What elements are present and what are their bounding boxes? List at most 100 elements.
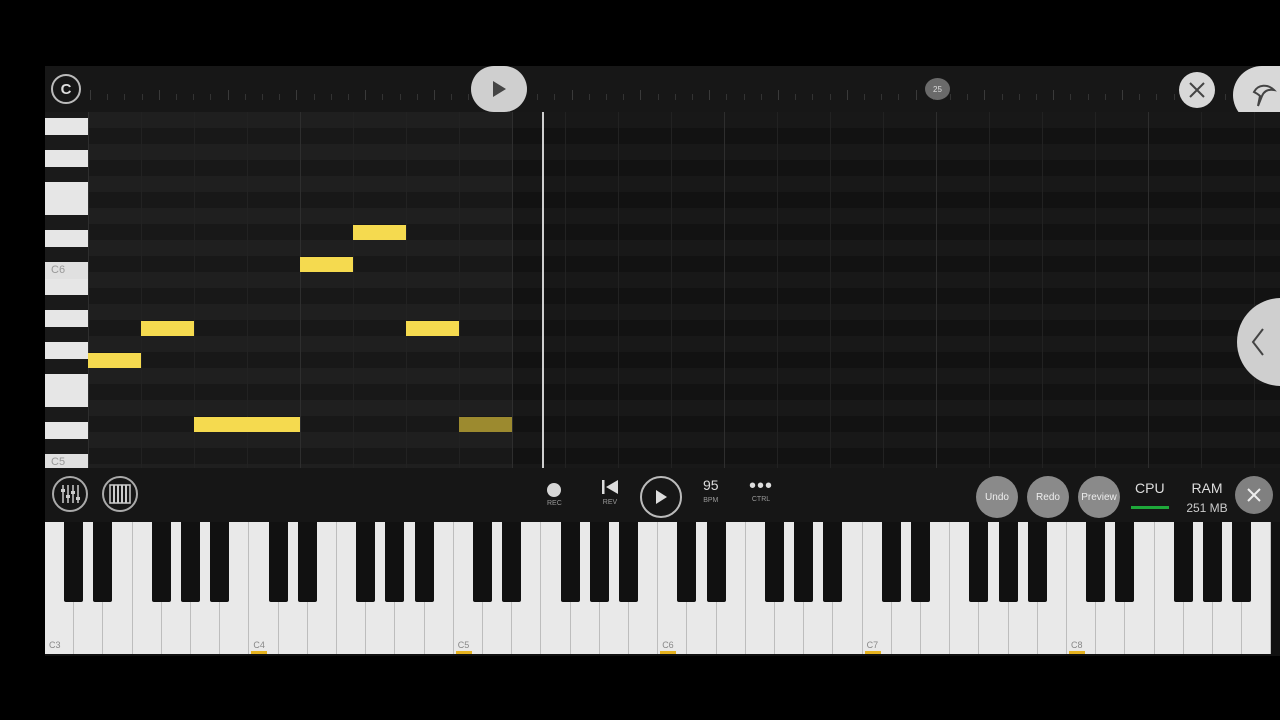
grid-line [724, 112, 725, 468]
octave-label: C4 [253, 640, 265, 650]
note-block[interactable] [459, 417, 512, 432]
record-button[interactable]: REC [547, 478, 562, 507]
ruler-tick [623, 94, 625, 100]
redo-button[interactable]: Redo [1027, 476, 1069, 518]
roll-key[interactable] [45, 278, 88, 295]
bar-marker[interactable]: 25 [925, 78, 950, 100]
bpm-label: BPM [703, 497, 719, 504]
close-icon [1247, 488, 1261, 502]
ruler-tick [606, 94, 607, 100]
mixer-icon [61, 485, 80, 503]
piano-black-key[interactable] [297, 522, 317, 602]
grid-line [88, 112, 89, 468]
piano-black-key[interactable] [1232, 522, 1252, 602]
octave-indicator [251, 651, 268, 654]
piano-black-key[interactable] [560, 522, 580, 602]
roll-key[interactable] [45, 422, 88, 439]
grid-line [512, 112, 513, 468]
ruler-tick [451, 94, 453, 100]
piano-black-key[interactable] [677, 522, 697, 602]
piano-black-key[interactable] [794, 522, 814, 602]
ruler-tick [348, 94, 349, 100]
note-block[interactable] [353, 225, 406, 240]
piano-black-key[interactable] [1027, 522, 1047, 602]
roll-key[interactable] [45, 198, 88, 215]
piano-roll: C6 C5 [45, 112, 1280, 480]
close-piano-roll-button[interactable] [1179, 72, 1215, 108]
tempo-control[interactable]: 95 BPM [703, 477, 719, 504]
grid-line [565, 112, 566, 468]
ruler-tick [1087, 94, 1089, 100]
octave-label: C7 [866, 640, 879, 650]
piano-black-key[interactable] [93, 522, 113, 602]
cpu-label: CPU [1135, 480, 1165, 496]
ctrl-button[interactable]: ••• CTRL [749, 476, 773, 503]
grid-line [353, 112, 354, 468]
piano-black-key[interactable] [1115, 522, 1135, 602]
piano-black-key[interactable] [268, 522, 288, 602]
piano-black-key[interactable] [881, 522, 901, 602]
ruler-tick [984, 90, 986, 100]
piano-black-key[interactable] [502, 522, 522, 602]
piano-black-key[interactable] [911, 522, 930, 602]
mixer-button[interactable] [52, 476, 88, 512]
note-block[interactable] [141, 321, 194, 336]
note-block[interactable] [194, 417, 300, 432]
piano-keyboard[interactable]: C3 C4 C5 C6 C7 C8 [45, 522, 1280, 656]
playhead[interactable] [542, 112, 544, 468]
vertical-keyboard[interactable]: C6 C5 [45, 112, 88, 471]
piano-black-key[interactable] [969, 522, 989, 602]
timeline-ruler[interactable] [90, 88, 1280, 102]
roll-key[interactable] [45, 374, 88, 391]
piano-black-key[interactable] [414, 522, 434, 602]
transport-bar: REC REV 95 BPM ••• CTRL Undo Redo Previe… [45, 468, 1280, 522]
note-grid[interactable] [88, 112, 1280, 480]
piano-black-key[interactable] [765, 522, 784, 602]
roll-key[interactable] [45, 150, 88, 167]
roll-key[interactable] [45, 230, 88, 247]
roll-key[interactable] [45, 342, 88, 359]
ruler-tick [141, 94, 143, 100]
close-button[interactable] [1235, 476, 1273, 514]
piano-black-key[interactable] [619, 522, 638, 602]
undo-button[interactable]: Undo [976, 476, 1018, 518]
ruler-tick [812, 94, 814, 100]
note-block[interactable] [300, 257, 353, 272]
octave-indicator [455, 651, 472, 654]
roll-key[interactable] [45, 310, 88, 327]
piano-black-key[interactable] [64, 522, 84, 602]
fruit-logo-icon [1252, 84, 1277, 107]
piano-black-key[interactable] [181, 522, 200, 602]
piano-black-key[interactable] [823, 522, 843, 602]
piano-black-key[interactable] [1173, 522, 1193, 602]
roll-key[interactable] [45, 182, 88, 199]
rewind-button[interactable]: REV [600, 478, 620, 506]
roll-key[interactable] [45, 118, 88, 135]
piano-black-key[interactable] [210, 522, 230, 602]
piano-black-key[interactable] [385, 522, 405, 602]
ruler-tick [588, 94, 590, 100]
piano-view-button[interactable] [102, 476, 138, 512]
fl-logo-icon[interactable]: C [51, 74, 81, 104]
timeline-bar[interactable]: C 25 [45, 66, 1280, 124]
piano-black-key[interactable] [473, 522, 492, 602]
piano-black-key[interactable] [589, 522, 609, 602]
ruler-tick [399, 94, 401, 100]
note-block[interactable] [88, 353, 141, 368]
piano-black-key[interactable] [151, 522, 171, 602]
piano-black-key[interactable] [356, 522, 376, 602]
ruler-tick [1070, 94, 1072, 100]
piano-black-key[interactable] [1086, 522, 1106, 602]
piano-black-key[interactable] [998, 522, 1018, 602]
grid-line [777, 112, 778, 468]
piano-black-key[interactable] [706, 522, 726, 602]
piano-black-key[interactable] [1203, 522, 1222, 602]
preview-button[interactable]: Preview [1078, 476, 1120, 518]
roll-key[interactable] [45, 390, 88, 407]
note-block[interactable] [406, 321, 459, 336]
play-button-top[interactable] [471, 66, 527, 112]
play-button[interactable] [640, 476, 682, 518]
record-label: REC [547, 500, 562, 507]
ruler-tick [778, 90, 779, 100]
roll-key-c6[interactable]: C6 [45, 262, 88, 279]
